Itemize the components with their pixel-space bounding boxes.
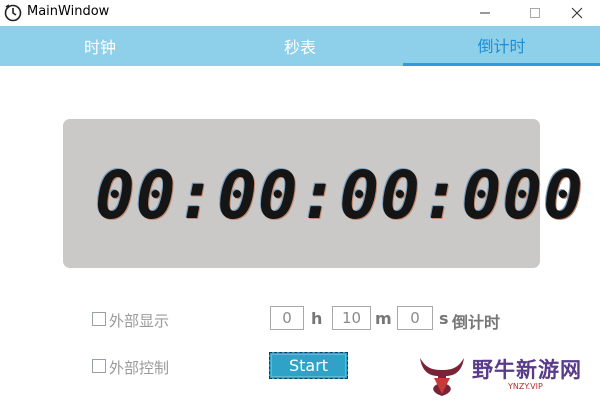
watermark-text: 野牛新游网: [472, 358, 582, 382]
external-display-checkbox[interactable]: [92, 312, 106, 326]
start-button[interactable]: Start: [269, 352, 348, 379]
time-display: 00:00:00:000: [95, 156, 584, 234]
external-display-label: 外部显示: [109, 312, 170, 330]
maximize-icon: [530, 8, 540, 18]
tab-stopwatch[interactable]: 秒表: [200, 26, 400, 66]
external-control-label: 外部控制: [109, 359, 170, 377]
tab-bar: 时钟 秒表 倒计时: [0, 26, 600, 66]
close-icon: [571, 7, 583, 19]
minimize-button[interactable]: [462, 0, 508, 26]
tab-countdown[interactable]: 倒计时: [403, 26, 600, 66]
clock-app-icon: [4, 4, 22, 22]
maximize-button[interactable]: [512, 0, 558, 26]
close-button[interactable]: [554, 0, 600, 26]
countdown-label: 倒计时: [452, 313, 501, 332]
seconds-input[interactable]: 0: [397, 306, 433, 330]
minimize-icon: [480, 12, 490, 14]
minutes-unit-label: m: [375, 309, 392, 328]
bull-logo-icon: [420, 358, 464, 396]
title-bar: MainWindow: [0, 0, 600, 26]
minutes-input[interactable]: 10: [332, 306, 371, 330]
watermark-subtext: YNZY.VIP: [508, 382, 543, 391]
tab-clock[interactable]: 时钟: [0, 26, 200, 66]
watermark-logo: 野牛新游网 YNZY.VIP: [416, 354, 596, 398]
hours-input[interactable]: 0: [270, 306, 304, 330]
window-title: MainWindow: [27, 4, 110, 19]
time-display-panel: 00:00:00:000: [63, 119, 584, 268]
seconds-unit-label: s: [439, 309, 449, 328]
hours-unit-label: h: [311, 309, 323, 328]
external-control-checkbox[interactable]: [92, 359, 106, 373]
